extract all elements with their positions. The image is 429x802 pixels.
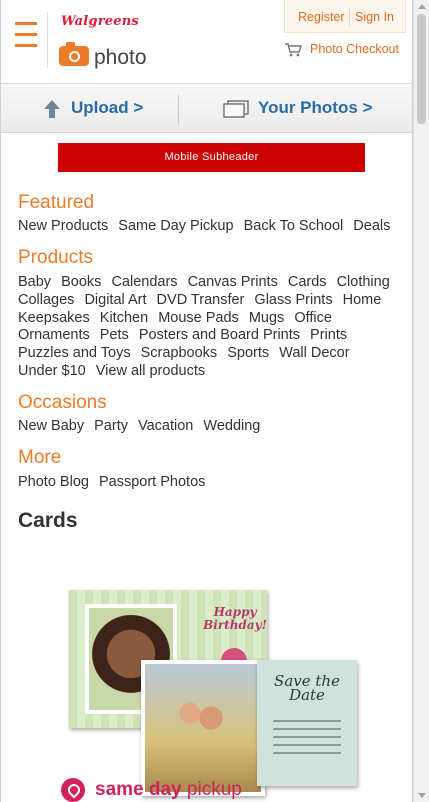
cards-heading: Cards: [18, 509, 78, 532]
account-links: Register Sign In: [284, 0, 406, 33]
account-divider: [349, 8, 350, 26]
register-link[interactable]: Register: [298, 10, 345, 24]
same-day-pickup-text: same day pickup: [95, 779, 242, 801]
more-links: Photo Blog Passport Photos: [18, 474, 400, 492]
category-link[interactable]: Kitchen: [100, 310, 148, 326]
category-link[interactable]: Ornaments: [18, 327, 90, 343]
camera-icon: [59, 42, 89, 66]
category-link[interactable]: Photo Blog: [18, 474, 89, 490]
birthday-card-text: Happy Birthday!: [203, 605, 267, 632]
mobile-subheader-banner[interactable]: Mobile Subheader: [58, 143, 365, 172]
scroll-down-icon[interactable]: [418, 793, 426, 798]
category-link[interactable]: Pets: [100, 327, 129, 343]
cards-promo-image[interactable]: Happy Birthday! Save the Date same day p…: [57, 588, 359, 802]
pickup-word: pickup: [186, 779, 242, 800]
category-link[interactable]: Passport Photos: [99, 474, 205, 490]
action-bar-divider: [178, 95, 179, 125]
category-link[interactable]: Back To School: [244, 218, 344, 234]
logo-divider: [47, 12, 48, 68]
hamburger-menu-icon[interactable]: [15, 22, 37, 48]
category-link[interactable]: Keepsakes: [18, 310, 90, 326]
category-link[interactable]: Collages: [18, 292, 74, 308]
category-link[interactable]: Cards: [288, 274, 327, 290]
category-link[interactable]: Posters and Board Prints: [139, 327, 300, 343]
sign-in-link[interactable]: Sign In: [355, 10, 394, 24]
photo-checkout-label: Photo Checkout: [310, 42, 399, 56]
category-link[interactable]: Deals: [353, 218, 390, 234]
upload-label: Upload >: [71, 98, 144, 117]
category-link[interactable]: Under $10: [18, 363, 86, 379]
scroll-up-icon[interactable]: [418, 4, 426, 9]
save-the-date-text: Save the Date: [274, 672, 340, 704]
category-link[interactable]: Canvas Prints: [188, 274, 278, 290]
category-link[interactable]: Home: [343, 292, 382, 308]
more-heading: More: [18, 447, 62, 468]
couple-photo-card: [141, 660, 265, 796]
site-header: Walgreens photo Register Sign In Photo C…: [1, 0, 412, 84]
category-link[interactable]: Office: [294, 310, 332, 326]
cart-icon: [285, 43, 302, 57]
category-link[interactable]: New Products: [18, 218, 108, 234]
photo-logo-text[interactable]: photo: [94, 46, 147, 70]
category-link[interactable]: Books: [61, 274, 101, 290]
products-heading: Products: [18, 247, 93, 268]
category-link[interactable]: Party: [94, 418, 128, 434]
category-link[interactable]: Puzzles and Toys: [18, 345, 131, 361]
upload-arrow-icon: [44, 100, 60, 118]
vertical-scrollbar[interactable]: [413, 0, 429, 802]
category-link[interactable]: Digital Art: [84, 292, 146, 308]
category-link[interactable]: Mouse Pads: [158, 310, 239, 326]
page-frame: Walgreens photo Register Sign In Photo C…: [0, 0, 413, 802]
category-link[interactable]: Glass Prints: [254, 292, 332, 308]
featured-heading: Featured: [18, 192, 95, 213]
category-link[interactable]: Same Day Pickup: [118, 218, 233, 234]
scroll-thumb[interactable]: [417, 14, 426, 124]
category-link[interactable]: Mugs: [249, 310, 284, 326]
category-link[interactable]: Wall Decor: [279, 345, 349, 361]
your-photos-label: Your Photos >: [258, 98, 373, 117]
featured-links: New Products Same Day Pickup Back To Sch…: [18, 218, 400, 236]
category-link[interactable]: Sports: [227, 345, 269, 361]
category-link[interactable]: Clothing: [337, 274, 390, 290]
action-bar: Upload > Your Photos >: [1, 85, 412, 133]
category-link[interactable]: DVD Transfer: [157, 292, 245, 308]
invitation-text-lines: [273, 720, 341, 760]
occasions-heading: Occasions: [18, 392, 107, 413]
category-link[interactable]: Prints: [310, 327, 347, 343]
category-link[interactable]: Wedding: [203, 418, 260, 434]
occasions-links: New Baby Party Vacation Wedding: [18, 418, 400, 436]
walgreens-logo[interactable]: Walgreens: [61, 14, 139, 29]
pickup-pin-icon: [61, 778, 85, 802]
same-day-word: same day: [95, 779, 182, 800]
category-link[interactable]: View all products: [96, 363, 205, 379]
category-link[interactable]: New Baby: [18, 418, 84, 434]
category-link[interactable]: Scrapbooks: [141, 345, 218, 361]
products-links: Baby Books Calendars Canvas Prints Cards…: [18, 274, 400, 381]
save-the-date-card: Save the Date: [257, 660, 357, 786]
category-link[interactable]: Baby: [18, 274, 51, 290]
couple-photo: [169, 688, 229, 738]
photos-stack-icon: [223, 100, 249, 118]
category-link[interactable]: Vacation: [138, 418, 193, 434]
category-link[interactable]: Calendars: [111, 274, 177, 290]
